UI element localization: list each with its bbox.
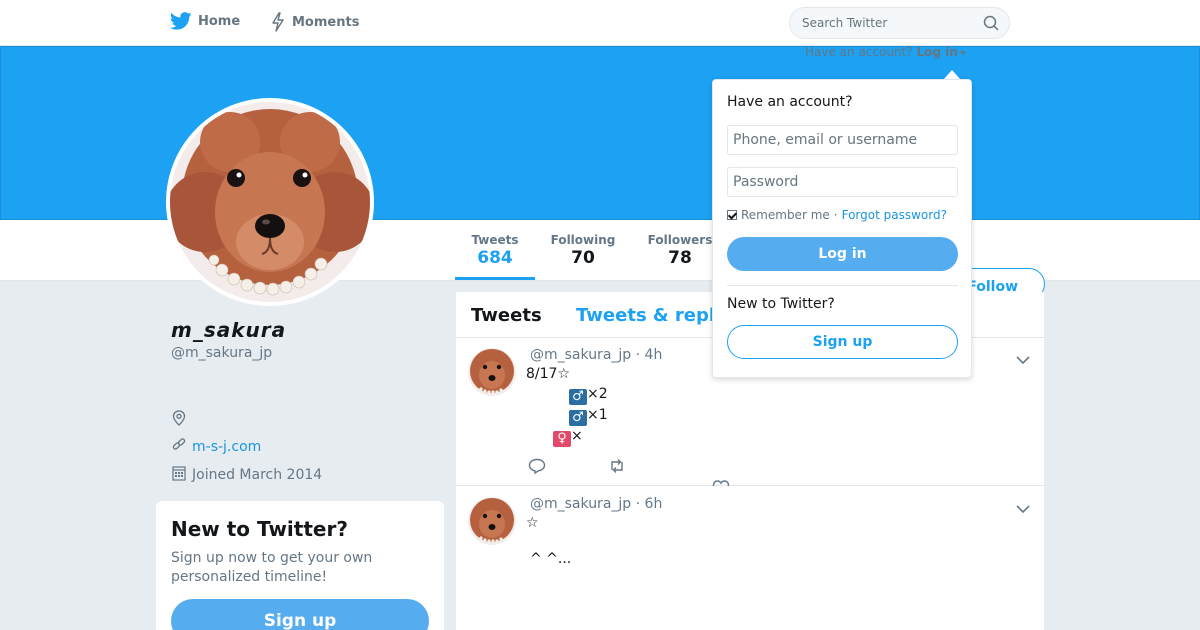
tweet-line: ♂ ×2 — [526, 384, 608, 405]
dropdown-title: Have an account? — [727, 94, 853, 110]
profile-name: 𝙢_𝙨𝙖𝙠𝙪𝙧𝙖 — [171, 318, 287, 342]
profile-url-row: m-s-j.com — [172, 437, 261, 457]
tweet-line: 8/17☆ — [526, 366, 570, 382]
tweet-actions — [528, 458, 626, 478]
tweet-line: ♀ × — [526, 426, 608, 447]
active-tab-underline — [455, 277, 535, 280]
new-card-title: New to Twitter? — [171, 517, 348, 541]
tweet-time[interactable]: 6h — [645, 496, 663, 512]
new-card-subtitle: Sign up now to get your own personalized… — [171, 550, 373, 585]
stat-followers[interactable]: Followers 78 — [640, 233, 720, 268]
password-field[interactable] — [727, 167, 958, 197]
avatar-dog-image — [170, 102, 370, 302]
location-pin-icon — [172, 410, 186, 430]
stat-tweets[interactable]: Tweets 684 — [455, 233, 535, 268]
chevron-down-icon[interactable] — [1016, 350, 1030, 369]
tweet-avatar[interactable] — [468, 497, 516, 545]
retweet-icon[interactable] — [608, 458, 626, 478]
search-input[interactable] — [802, 14, 972, 32]
profile-avatar[interactable] — [166, 98, 374, 306]
profile-url-link[interactable]: m-s-j.com — [192, 439, 261, 455]
tweet-avatar[interactable] — [468, 348, 516, 396]
tweet-text: 8/17☆ ♂ ×2 ♂ ×1 ♀ × — [526, 364, 608, 447]
tweet-item[interactable]: @m_sakura_jp · 6h ☆ ^ ^... — [456, 487, 1044, 630]
tab-tweets-and-replies[interactable]: Tweets & repl — [576, 305, 715, 326]
remember-checkbox[interactable] — [727, 210, 737, 220]
remember-row: Remember me · Forgot password? — [727, 208, 947, 222]
search-icon[interactable] — [983, 15, 999, 35]
tweet-line: ☆ — [526, 515, 539, 531]
male-sign-icon: ♂ — [569, 389, 587, 405]
separator-dot: · — [833, 208, 838, 222]
stat-tweets-label: Tweets — [471, 233, 519, 247]
stat-followers-label: Followers — [647, 233, 713, 247]
top-nav: Home Moments — [0, 0, 1200, 46]
account-prompt: Have an account? Log in — [805, 45, 966, 59]
username-field[interactable] — [727, 125, 958, 155]
tweet-time[interactable]: 4h — [645, 347, 663, 363]
nav-moments-label: Moments — [292, 14, 360, 30]
heart-icon[interactable] — [712, 480, 730, 486]
stat-tweets-value: 684 — [477, 248, 513, 268]
nav-home-label: Home — [198, 13, 241, 29]
login-link[interactable]: Log in — [916, 45, 957, 59]
female-sign-icon: ♀ — [553, 431, 571, 447]
male-sign-icon: ♂ — [569, 410, 587, 426]
link-icon — [172, 437, 186, 457]
stat-following-label: Following — [550, 233, 616, 247]
profile-handle[interactable]: @m_sakura_jp — [171, 345, 272, 361]
dropdown-new-prompt: New to Twitter? — [727, 296, 835, 312]
signup-button[interactable]: Sign up — [171, 599, 429, 630]
tweet-line: ^ ^... — [530, 551, 572, 567]
bird-icon — [170, 12, 192, 30]
tweet-handle[interactable]: @m_sakura_jp — [530, 496, 631, 512]
joined-text: Joined March 2014 — [192, 467, 323, 483]
tab-tweets[interactable]: Tweets — [471, 305, 542, 326]
tweet-text: ☆ ^ ^... — [526, 513, 571, 569]
remember-label[interactable]: Remember me — [741, 208, 830, 222]
calendar-icon — [172, 465, 186, 485]
login-dropdown: Have an account? Remember me · Forgot pa… — [712, 79, 972, 378]
tweet-header: @m_sakura_jp · 4h — [530, 347, 663, 363]
forgot-password-link[interactable]: Forgot password? — [842, 208, 947, 222]
account-prompt-text: Have an account? — [805, 45, 913, 59]
search-box — [789, 7, 1010, 39]
stat-following-value: 70 — [571, 248, 595, 268]
nav-home[interactable]: Home — [170, 12, 240, 30]
nav-moments[interactable]: Moments — [270, 12, 359, 32]
profile-location — [172, 410, 192, 430]
lightning-icon — [270, 12, 286, 32]
tweet-header: @m_sakura_jp · 6h — [530, 496, 663, 512]
reply-icon[interactable] — [528, 458, 546, 478]
profile-joined: Joined March 2014 — [172, 465, 322, 485]
dropdown-signup-button[interactable]: Sign up — [727, 325, 958, 359]
tweet-handle[interactable]: @m_sakura_jp — [530, 347, 631, 363]
new-to-twitter-card: New to Twitter? Sign up now to get your … — [156, 501, 444, 630]
stat-following[interactable]: Following 70 — [545, 233, 621, 268]
caret-down-icon[interactable] — [959, 50, 966, 55]
login-button[interactable]: Log in — [727, 237, 958, 271]
stat-followers-value: 78 — [668, 248, 692, 268]
tweet-line: ♂ ×1 — [526, 405, 608, 426]
chevron-down-icon[interactable] — [1016, 499, 1030, 518]
dropdown-divider — [727, 285, 958, 286]
